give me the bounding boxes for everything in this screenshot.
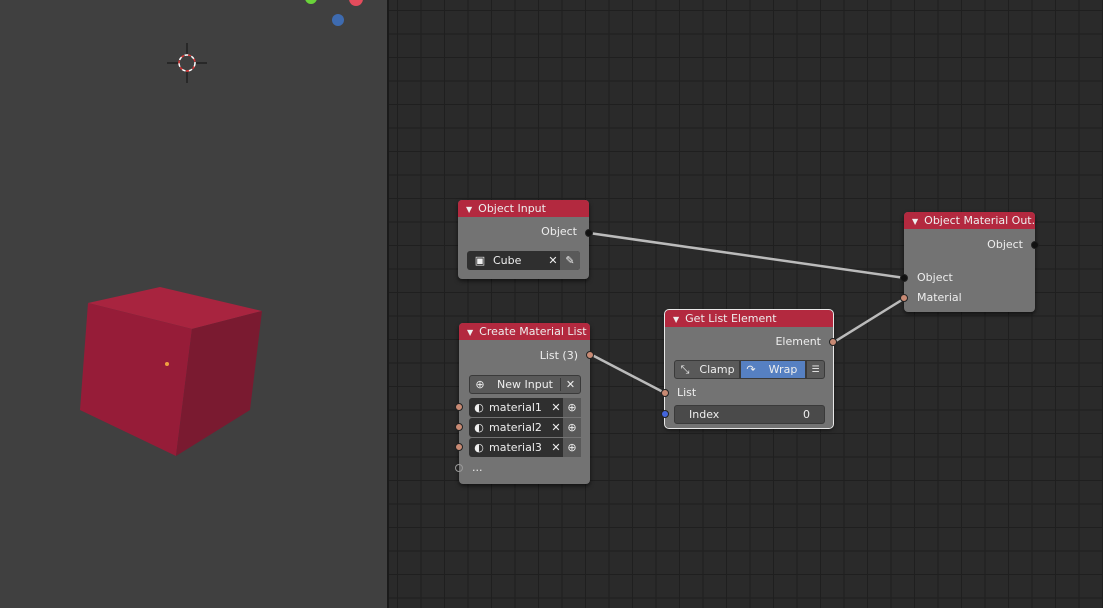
link-list bbox=[591, 353, 666, 395]
clear-icon[interactable]: ✕ bbox=[546, 254, 560, 267]
socket-material-in[interactable] bbox=[455, 443, 463, 451]
link-object bbox=[588, 231, 906, 280]
add-icon[interactable]: ⊕ bbox=[563, 398, 581, 417]
clamp-button[interactable]: ⤡ Clamp bbox=[674, 360, 740, 379]
more-label: ... bbox=[472, 461, 483, 474]
material-field[interactable]: ◐ material2 ✕ ⊕ bbox=[469, 418, 581, 437]
material-icon: ◐ bbox=[474, 401, 484, 414]
eyedropper-icon[interactable]: ✎ bbox=[560, 251, 580, 270]
clear-icon[interactable]: ✕ bbox=[549, 441, 563, 454]
plus-icon: ⊕ bbox=[475, 378, 485, 391]
socket-list-in[interactable] bbox=[661, 389, 669, 397]
material-field[interactable]: ◐ material1 ✕ ⊕ bbox=[469, 398, 581, 417]
socket-virtual-in[interactable] bbox=[455, 464, 463, 472]
input-label: Object bbox=[917, 271, 953, 284]
node-header[interactable]: ▼ Get List Element bbox=[665, 310, 833, 327]
socket-index-in[interactable] bbox=[661, 410, 669, 418]
output-label: List (3) bbox=[539, 349, 578, 362]
wrap-button[interactable]: ↷ Wrap bbox=[740, 360, 806, 379]
node-header[interactable]: ▼ Object Input bbox=[458, 200, 589, 217]
index-list-icon[interactable]: ☰ bbox=[806, 360, 825, 379]
socket-object-in[interactable] bbox=[900, 274, 908, 282]
input-label: List bbox=[677, 386, 697, 399]
link-material bbox=[833, 296, 906, 344]
socket-element-out[interactable] bbox=[829, 338, 837, 346]
node-get-list-element[interactable]: ▼ Get List Element Element ⤡ Clamp ↷ Wrap… bbox=[661, 309, 837, 429]
new-input-button[interactable]: ⊕ New Input ✕ bbox=[469, 375, 581, 394]
output-label: Object bbox=[541, 225, 577, 238]
node-create-material-list[interactable]: ▼ Create Material List List (3) ⊕ New Inp… bbox=[455, 323, 594, 484]
wrap-icon: ↷ bbox=[746, 363, 756, 376]
socket-material-in[interactable] bbox=[455, 403, 463, 411]
clear-icon[interactable]: ✕ bbox=[549, 421, 563, 434]
collapse-icon[interactable]: ▼ bbox=[467, 328, 473, 337]
socket-object-out[interactable] bbox=[585, 229, 593, 237]
index-field[interactable]: Index 0 bbox=[674, 405, 825, 424]
socket-object-out[interactable] bbox=[1031, 241, 1039, 249]
collapse-icon[interactable]: ▼ bbox=[912, 217, 918, 226]
add-icon[interactable]: ⊕ bbox=[563, 438, 581, 457]
remove-icon[interactable]: ✕ bbox=[560, 378, 580, 391]
material-icon: ◐ bbox=[474, 421, 484, 434]
collapse-icon[interactable]: ▼ bbox=[673, 315, 679, 324]
clamp-icon: ⤡ bbox=[680, 362, 690, 376]
socket-list-out[interactable] bbox=[586, 351, 594, 359]
node-header[interactable]: ▼ Object Material Out... bbox=[904, 212, 1035, 229]
output-label: Object bbox=[987, 238, 1023, 251]
node-object-input[interactable]: ▼ Object Input Object ▣ Cube ✕ ✎ bbox=[458, 200, 593, 279]
object-field[interactable]: ▣ Cube ✕ ✎ bbox=[467, 251, 580, 270]
material-field[interactable]: ◐ material3 ✕ ⊕ bbox=[469, 438, 581, 457]
material-icon: ◐ bbox=[474, 441, 484, 454]
add-icon[interactable]: ⊕ bbox=[563, 418, 581, 437]
object-icon: ▣ bbox=[474, 254, 486, 267]
collapse-icon[interactable]: ▼ bbox=[466, 205, 472, 214]
clear-icon[interactable]: ✕ bbox=[549, 401, 563, 414]
node-header[interactable]: ▼ Create Material List bbox=[459, 323, 590, 340]
node-object-material-output[interactable]: ▼ Object Material Out... Object Object Ma… bbox=[900, 212, 1039, 312]
socket-material-in[interactable] bbox=[455, 423, 463, 431]
socket-material-in[interactable] bbox=[900, 294, 908, 302]
output-label: Element bbox=[775, 335, 821, 348]
input-label: Material bbox=[917, 291, 962, 304]
